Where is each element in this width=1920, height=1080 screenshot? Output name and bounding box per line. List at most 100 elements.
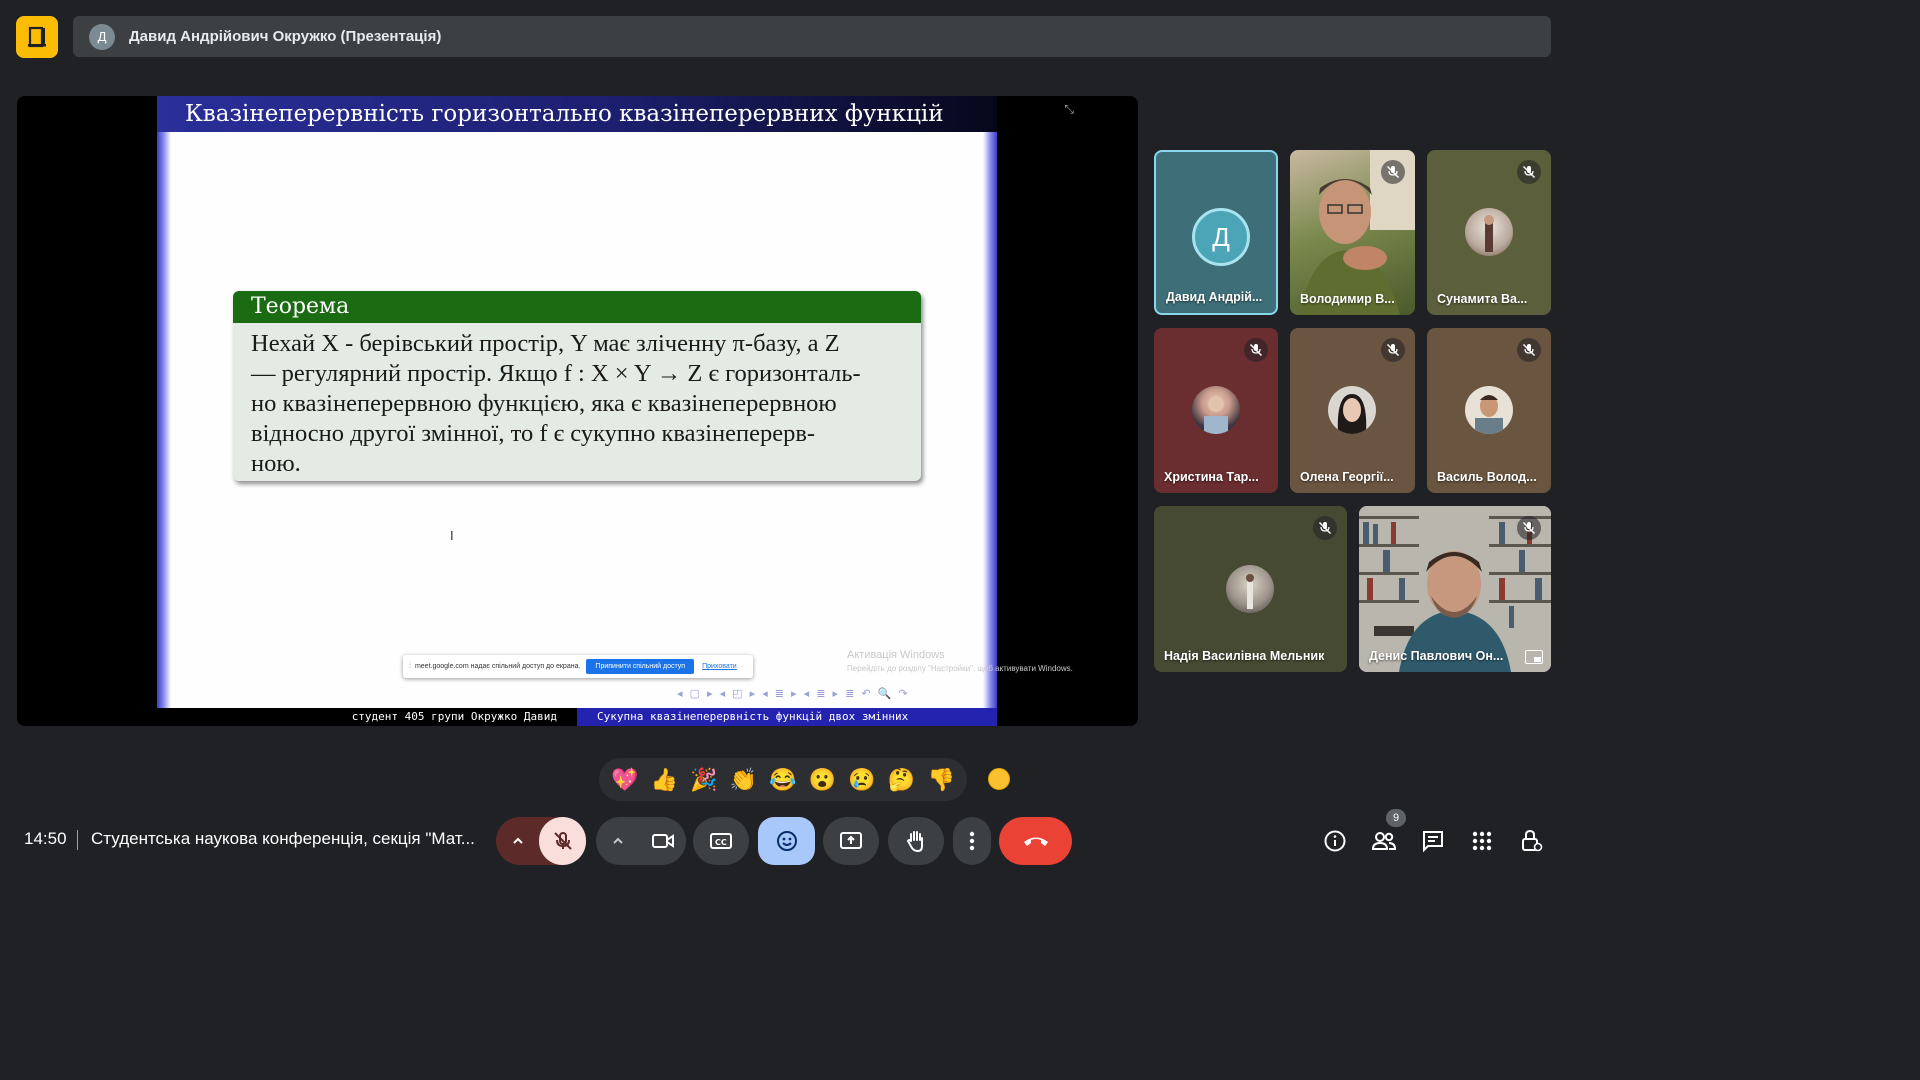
theorem-block: Теорема Нехай X - берівський простір, Y … (233, 291, 921, 481)
smiley-icon (776, 831, 797, 851)
hang-up-icon (1023, 837, 1048, 846)
divider (77, 830, 78, 850)
participant-name: Давид Андрій... (1166, 290, 1263, 304)
participant-name: Володимир В... (1300, 292, 1395, 306)
closed-captions-icon: CC (710, 833, 732, 849)
reaction-clapping[interactable]: 👏 (730, 768, 757, 791)
theorem-line: Нехай X - берівський простір, Y має зліч… (251, 330, 840, 357)
chat-icon (1423, 831, 1443, 853)
raise-hand-button[interactable] (888, 817, 944, 865)
participant-name: Денис Павлович Он... (1369, 649, 1504, 663)
activities-button[interactable] (1469, 828, 1495, 854)
screen-share-bar: ⁞ meet.google.com надає спільний доступ … (403, 655, 753, 678)
reaction-thumbs-down[interactable]: 👎 (927, 768, 954, 791)
participant-tile[interactable]: Денис Павлович Он... (1359, 506, 1551, 672)
stop-sharing-button[interactable]: Припинити спільний доступ (586, 659, 695, 674)
mic-off-icon (1517, 338, 1541, 362)
unpin-icon[interactable]: ⤡ (1064, 102, 1074, 117)
presenter-avatar: Д (89, 23, 115, 50)
mic-toggle-button[interactable] (539, 817, 586, 865)
people-button[interactable] (1371, 828, 1397, 854)
slide-footer-author: студент 405 групи Окружко Давид (157, 708, 577, 726)
present-screen-button[interactable] (823, 817, 879, 865)
theorem-title: Теорема (233, 291, 921, 323)
slide-border-left (157, 132, 171, 708)
activation-title: Активація Windows (847, 649, 945, 661)
participant-name: Василь Волод... (1437, 470, 1537, 484)
emoji-reactions-button[interactable] (758, 817, 815, 865)
hand-icon (906, 831, 923, 853)
mic-off-icon (1517, 516, 1541, 540)
reaction-crying[interactable]: 😢 (848, 768, 875, 791)
presentation-stage[interactable]: ⤡ Квазінеперервність горизонтально квазі… (17, 96, 1138, 726)
info-icon (1324, 830, 1346, 852)
lock-person-icon (1522, 829, 1543, 852)
more-options-button[interactable] (953, 817, 991, 865)
mic-off-icon (1313, 516, 1337, 540)
reaction-thinking[interactable]: 🤔 (888, 768, 915, 791)
reaction-sparkling-heart[interactable]: 💖 (611, 768, 638, 791)
participant-avatar (1226, 565, 1274, 613)
share-notice: meet.google.com надає спільний доступ до… (414, 663, 581, 670)
slide-border-right (983, 132, 997, 708)
meeting-details-button[interactable] (1322, 828, 1348, 854)
video-camera-icon (652, 834, 674, 848)
svg-text:CC: CC (715, 838, 727, 847)
reaction-party-popper[interactable]: 🎉 (690, 768, 717, 791)
people-count-badge: 9 (1386, 809, 1406, 827)
reaction-laughing[interactable]: 😂 (769, 768, 796, 791)
skin-tone-selector[interactable] (988, 768, 1010, 790)
participant-tile[interactable]: Христина Тар... (1154, 328, 1278, 493)
participant-tile[interactable]: Олена Георгії... (1290, 328, 1415, 493)
chat-button[interactable] (1420, 828, 1446, 854)
theorem-line: но квазінеперервною функцією, яка є кваз… (251, 390, 837, 417)
participant-name: Надія Василівна Мельник (1164, 649, 1325, 663)
clock: 14:50 (24, 829, 67, 848)
presenter-title-bar: Д Давид Андрійович Окружко (Презентація) (73, 16, 1551, 57)
presenter-title: Давид Андрійович Окружко (Презентація) (129, 28, 442, 45)
participant-tile[interactable]: Василь Волод... (1427, 328, 1551, 493)
mic-options-button[interactable] (496, 834, 539, 848)
present-screen-icon (840, 832, 862, 849)
door-icon (28, 26, 46, 48)
participant-tile[interactable]: Сунамита Ва... (1427, 150, 1551, 315)
chevron-up-icon (613, 837, 623, 844)
theorem-body: Нехай X - берівський простір, Y має зліч… (233, 323, 921, 479)
participant-tile[interactable]: Надія Василівна Мельник (1154, 506, 1347, 672)
mic-off-icon (1517, 160, 1541, 184)
theorem-line: ною. (251, 450, 301, 477)
participant-avatar (1465, 208, 1513, 256)
theorem-line: відносно другої змінної, то f є сукупно … (251, 420, 816, 447)
participant-name: Олена Георгії... (1300, 470, 1394, 484)
people-icon (1371, 832, 1397, 850)
mic-control-group (496, 817, 586, 865)
participant-name: Христина Тар... (1164, 470, 1259, 484)
reaction-thumbs-up[interactable]: 👍 (651, 768, 678, 791)
hide-button[interactable]: Приховати (702, 663, 737, 670)
drag-grip-icon[interactable]: ⁞ (409, 663, 411, 670)
leave-call-button[interactable] (999, 817, 1072, 865)
slide: Квазінеперервність горизонтально квазіне… (157, 96, 1073, 708)
picture-in-picture-icon[interactable] (1525, 650, 1543, 664)
participant-tile[interactable]: Володимир В... (1290, 150, 1415, 315)
windows-activation-watermark: Активація Windows Перейдіть до розділу "… (847, 649, 1073, 673)
camera-options-button[interactable] (596, 834, 640, 848)
chevron-up-icon (512, 837, 523, 844)
camera-toggle-button[interactable] (640, 831, 686, 851)
mic-off-icon (1244, 338, 1268, 362)
slide-header: Квазінеперервність горизонтально квазіне… (157, 96, 997, 132)
apps-grid-icon (1472, 831, 1492, 851)
activation-subtitle: Перейдіть до розділу "Настройки", щоб ак… (847, 664, 1073, 673)
slide-footer-title: Сукупна квазінеперервність функцій двох … (577, 708, 997, 726)
meeting-title: Студентська наукова конференція, секція … (91, 829, 475, 848)
beamer-nav-symbols[interactable]: ◂ ▢ ▸ ◂ ◰ ▸ ◂ ≣ ▸ ◂ ≣ ▸ ≣ ↶ 🔍 ↷ (677, 687, 910, 700)
app-logo (16, 16, 58, 58)
more-vert-icon (969, 831, 975, 851)
text-cursor-icon: I (450, 528, 454, 543)
reaction-surprised[interactable]: 😮 (809, 768, 836, 791)
host-controls-button[interactable] (1518, 828, 1544, 854)
participant-tile[interactable]: Д Давид Андрій... (1154, 150, 1278, 315)
mic-off-icon (1381, 160, 1405, 184)
mic-off-icon (1381, 338, 1405, 362)
captions-button[interactable]: CC (693, 817, 749, 865)
